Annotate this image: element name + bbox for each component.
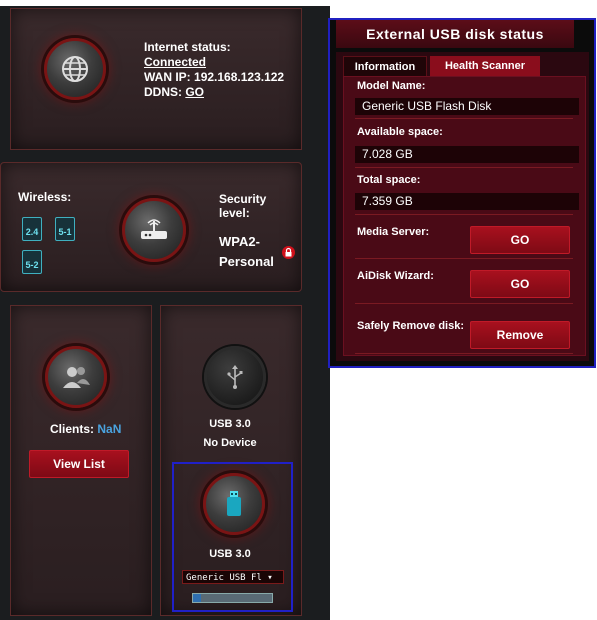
usb-status-title: External USB disk status <box>336 20 574 48</box>
usb-port1-status: No Device <box>203 437 257 449</box>
wifi-2g-label: 2.4 <box>25 227 39 237</box>
divider <box>355 303 573 304</box>
users-icon <box>48 349 104 405</box>
divider <box>355 214 573 215</box>
globe-icon <box>47 41 103 97</box>
remove-button[interactable]: Remove <box>470 321 570 349</box>
router-icon <box>125 201 183 259</box>
divider <box>355 353 573 354</box>
clients-count[interactable]: NaN <box>97 422 121 436</box>
model-name-value: Generic USB Flash Disk <box>355 98 579 115</box>
media-server-go-button[interactable]: GO <box>470 226 570 254</box>
security-value-line2: Personal <box>219 254 274 269</box>
divider <box>355 258 573 259</box>
aidisk-go-button[interactable]: GO <box>470 270 570 298</box>
model-name-label: Model Name: <box>357 80 426 92</box>
aidisk-label: AiDisk Wizard: <box>357 270 434 282</box>
media-server-label: Media Server: <box>357 226 430 238</box>
internet-status-label: Internet status: <box>144 40 231 54</box>
clients-label: Clients: NaN <box>50 422 121 436</box>
clients-label-text: Clients: <box>50 422 95 436</box>
router-button[interactable] <box>122 198 186 262</box>
wireless-label: Wireless: <box>18 190 72 204</box>
ddns-go-link[interactable]: GO <box>185 85 204 99</box>
security-label-line1: Security <box>219 192 267 206</box>
wifi-5g1-label: 5-1 <box>58 227 72 237</box>
wan-ip-value: 192.168.123.122 <box>194 70 285 84</box>
divider <box>355 167 573 168</box>
wifi-2g-icon[interactable]: 2.4 <box>22 217 42 241</box>
ddns-label: DDNS: <box>144 85 182 99</box>
available-space-value: 7.028 GB <box>355 146 579 163</box>
wifi-5g2-icon[interactable]: 5-2 <box>22 250 42 274</box>
safely-remove-label: Safely Remove disk: <box>357 320 464 332</box>
internet-status-link[interactable]: Connected <box>144 55 206 69</box>
usb-port2-label: USB 3.0 <box>209 548 251 560</box>
usb-disk-select[interactable]: Generic USB Fl ▾ <box>182 570 284 584</box>
chevron-down-icon: ▾ <box>267 573 273 583</box>
wifi-5g1-icon[interactable]: 5-1 <box>55 217 75 241</box>
available-space-label: Available space: <box>357 126 443 138</box>
total-space-label: Total space: <box>357 174 421 186</box>
usb-usage-fill <box>193 594 201 602</box>
security-value: WPA2- Personal <box>219 232 274 272</box>
security-value-line1: WPA2- <box>219 234 260 249</box>
view-list-button[interactable]: View List <box>29 450 129 478</box>
security-label-line2: level: <box>219 206 250 220</box>
divider <box>355 118 573 119</box>
usb-usage-bar <box>192 593 273 603</box>
internet-info: Internet status: Connected WAN IP: 192.1… <box>144 40 284 100</box>
wan-ip-label: WAN IP: <box>144 70 191 84</box>
wifi-5g2-label: 5-2 <box>25 260 39 270</box>
flash-drive-icon <box>206 476 262 532</box>
usb-port1-button[interactable] <box>204 346 266 408</box>
clients-button[interactable] <box>45 346 107 408</box>
usb-disk-select-value: Generic USB Fl <box>186 573 262 583</box>
usb-icon <box>207 349 263 405</box>
tab-information[interactable]: Information <box>343 56 427 78</box>
total-space-value: 7.359 GB <box>355 193 579 210</box>
lock-icon <box>282 246 295 259</box>
usb-port1-label: USB 3.0 <box>209 418 251 430</box>
security-label: Security level: <box>219 192 266 220</box>
tab-health-scanner[interactable]: Health Scanner <box>430 56 540 76</box>
internet-globe-button[interactable] <box>44 38 106 100</box>
usb-port2-button[interactable] <box>203 473 265 535</box>
